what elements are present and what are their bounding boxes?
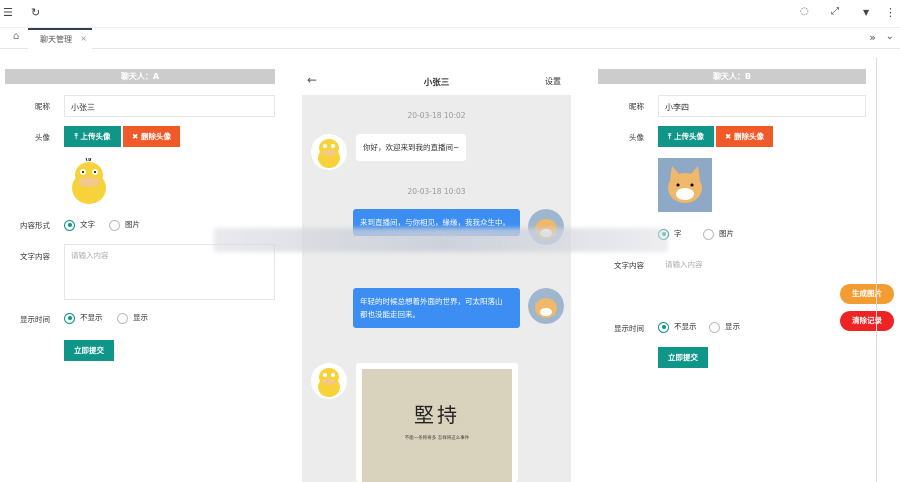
generate-image-button[interactable]: 生成图片 bbox=[840, 284, 894, 304]
radio-show-time[interactable]: 显示 bbox=[709, 321, 740, 333]
nickname-label: 昵称 bbox=[629, 102, 644, 111]
radio-image[interactable]: 图片 bbox=[109, 219, 140, 231]
poster-title: 堅持 bbox=[414, 403, 460, 427]
close-icon[interactable]: × bbox=[80, 34, 87, 43]
message-time: 20-03-18 10:03 bbox=[407, 187, 466, 196]
fullscreen-icon[interactable]: ⤢ bbox=[831, 6, 839, 17]
chat-bubble-right: 年轻的时候总想着外面的世界，可太阳落山 都也没能走回来。 bbox=[353, 288, 520, 328]
scroll-right-icon[interactable]: » bbox=[869, 31, 876, 44]
tab-label: 聊天管理 bbox=[40, 35, 72, 44]
nickname-input-b[interactable]: 小李四 bbox=[658, 95, 866, 117]
chat-bubble-left: 你好，欢迎来到我的直播间~ bbox=[356, 134, 467, 161]
nickname-label: 昵称 bbox=[35, 102, 50, 111]
tab-bar: ⌂ 聊天管理 × » ⌄ bbox=[0, 28, 900, 49]
chat-settings[interactable]: 设置 bbox=[545, 76, 561, 87]
avatar-label: 头像 bbox=[629, 133, 644, 142]
more-icon[interactable]: ⋮ bbox=[885, 6, 896, 19]
submit-button-a[interactable]: 立即提交 bbox=[64, 340, 114, 361]
poster-subtitle: 不能一条称奇多 怎样将这么事件 bbox=[404, 436, 470, 441]
radio-show-time[interactable]: 显示 bbox=[117, 312, 148, 324]
show-time-label: 显示时间 bbox=[20, 315, 50, 324]
upload-avatar-button[interactable]: ⤒ 上传头像 bbox=[64, 126, 121, 147]
delete-avatar-button[interactable]: ✖ 删除头像 bbox=[123, 126, 180, 147]
text-content-input-a[interactable]: 请输入内容 bbox=[64, 244, 275, 300]
avatar-psyduck bbox=[311, 134, 347, 170]
home-icon[interactable]: ⌂ bbox=[13, 31, 19, 42]
scrollbar-track[interactable] bbox=[876, 58, 877, 482]
upload-avatar-button[interactable]: ⤒ 上传头像 bbox=[658, 126, 714, 147]
dropdown-icon[interactable]: ▼ bbox=[863, 8, 869, 17]
tab-chat-management[interactable]: 聊天管理 × bbox=[28, 28, 92, 49]
avatar-psyduck bbox=[311, 363, 347, 399]
chat-title: 小张三 bbox=[423, 78, 450, 88]
poster-image: 堅持 不能一条称奇多 怎样将这么事件 bbox=[362, 369, 512, 482]
left-panel-header: 聊天人：A bbox=[5, 69, 275, 84]
message-time: 20-03-18 10:02 bbox=[407, 111, 466, 120]
chevron-down-icon[interactable]: ⌄ bbox=[886, 31, 894, 42]
blurred-overlay bbox=[214, 228, 668, 252]
text-content-label: 文字内容 bbox=[20, 252, 50, 261]
submit-button-b[interactable]: 立即提交 bbox=[658, 347, 708, 368]
avatar-shiba bbox=[528, 288, 564, 324]
hamburger-icon[interactable]: ☰ bbox=[3, 6, 13, 19]
show-time-label: 显示时间 bbox=[614, 324, 644, 333]
avatar-shiba bbox=[658, 158, 712, 212]
clear-records-button[interactable]: 清除记录 bbox=[840, 311, 894, 331]
text-content-input-b[interactable]: 请输入内容 bbox=[658, 253, 866, 309]
chat-header: ← 小张三 设置 bbox=[302, 67, 571, 95]
image-message: 堅持 不能一条称奇多 怎样将这么事件 bbox=[356, 363, 518, 482]
right-panel-header: 聊天人：B bbox=[598, 69, 866, 84]
radio-image[interactable]: 图片 bbox=[703, 228, 734, 240]
text-content-label: 文字内容 bbox=[614, 261, 644, 270]
content-type-label: 内容形式 bbox=[20, 221, 50, 230]
radio-hide-time[interactable]: 不显示 bbox=[658, 321, 697, 333]
avatar-label: 头像 bbox=[35, 133, 50, 142]
radio-hide-time[interactable]: 不显示 bbox=[64, 312, 103, 324]
delete-avatar-button[interactable]: ✖ 删除头像 bbox=[716, 126, 773, 147]
refresh-icon[interactable]: ↻ bbox=[31, 6, 40, 19]
theme-icon[interactable]: ◌ bbox=[800, 6, 809, 17]
nickname-input-a[interactable]: 小张三 bbox=[64, 95, 275, 117]
radio-text[interactable]: 文字 bbox=[64, 219, 95, 231]
chat-preview: ← 小张三 设置 20-03-18 10:02 你好，欢迎来到我的直播间~ 20… bbox=[302, 67, 571, 482]
top-toolbar: ☰ ↻ ◌ ⤢ ▼ ⋮ bbox=[0, 0, 900, 28]
avatar-psyduck bbox=[72, 158, 106, 204]
